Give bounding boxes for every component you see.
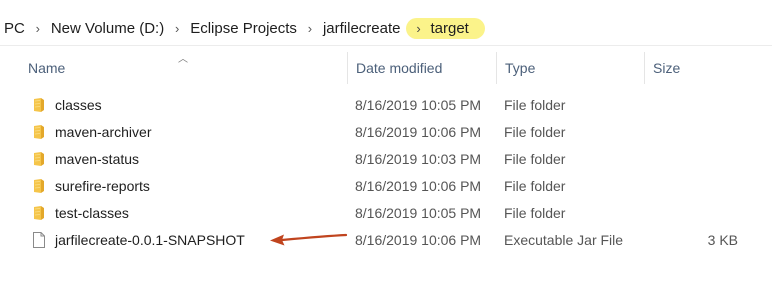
- file-type: File folder: [504, 97, 566, 113]
- file-type: File folder: [504, 151, 566, 167]
- column-header-date-modified[interactable]: Date modified: [347, 52, 496, 84]
- file-list: classes 8/16/2019 10:05 PM File folder m…: [0, 92, 772, 254]
- breadcrumb-item-new-volume[interactable]: New Volume (D:): [47, 20, 168, 37]
- file-date-modified: 8/16/2019 10:06 PM: [355, 124, 482, 140]
- file-icon: [33, 232, 45, 248]
- breadcrumb-item-pc[interactable]: PC: [0, 20, 29, 37]
- file-name: jarfilecreate-0.0.1-SNAPSHOT: [55, 232, 245, 248]
- folder-icon: [34, 98, 44, 112]
- file-row-classes[interactable]: classes 8/16/2019 10:05 PM File folder: [0, 92, 772, 119]
- file-row-maven-status[interactable]: maven-status 8/16/2019 10:03 PM File fol…: [0, 146, 772, 173]
- file-row-surefire-reports[interactable]: surefire-reports 8/16/2019 10:06 PM File…: [0, 173, 772, 200]
- file-explorer-window: PC › New Volume (D:) › Eclipse Projects …: [0, 0, 772, 281]
- breadcrumb-separator-icon: ›: [416, 20, 421, 36]
- file-date-modified: 8/16/2019 10:06 PM: [355, 178, 482, 194]
- file-row-test-classes[interactable]: test-classes 8/16/2019 10:05 PM File fol…: [0, 200, 772, 227]
- file-date-modified: 8/16/2019 10:05 PM: [355, 97, 482, 113]
- column-header-size[interactable]: Size: [644, 52, 744, 84]
- folder-icon: [34, 152, 44, 166]
- folder-icon: [34, 179, 44, 193]
- breadcrumb-current-highlight[interactable]: › target: [406, 17, 485, 39]
- file-type: File folder: [504, 205, 566, 221]
- column-header-type[interactable]: Type: [496, 52, 644, 84]
- breadcrumb-item-jarfilecreate[interactable]: jarfilecreate: [319, 20, 405, 37]
- file-name: surefire-reports: [55, 178, 150, 194]
- file-type: File folder: [504, 178, 566, 194]
- annotation-arrow-icon: [270, 233, 348, 246]
- file-name: maven-status: [55, 151, 140, 167]
- breadcrumb-item-eclipse-projects[interactable]: Eclipse Projects: [186, 20, 301, 37]
- column-header-row: Name Date modified Type Size: [0, 52, 772, 84]
- file-size: 3 KB: [707, 232, 738, 248]
- folder-icon: [34, 206, 44, 220]
- breadcrumb-item-target: target: [430, 19, 469, 37]
- file-type: File folder: [504, 124, 566, 140]
- column-header-name[interactable]: Name: [20, 52, 345, 84]
- file-row-jarfilecreate-snapshot[interactable]: jarfilecreate-0.0.1-SNAPSHOT 8/16/2019 1…: [0, 227, 772, 254]
- file-row-maven-archiver[interactable]: maven-archiver 8/16/2019 10:06 PM File f…: [0, 119, 772, 146]
- breadcrumb-separator-icon[interactable]: ›: [32, 21, 44, 36]
- file-type: Executable Jar File: [504, 232, 624, 248]
- folder-icon: [34, 125, 44, 139]
- breadcrumb-separator-icon[interactable]: ›: [171, 21, 183, 36]
- breadcrumb: PC › New Volume (D:) › Eclipse Projects …: [0, 15, 485, 41]
- file-name: maven-archiver: [55, 124, 152, 140]
- address-bar-divider: [0, 45, 772, 46]
- file-name: test-classes: [55, 205, 129, 221]
- file-date-modified: 8/16/2019 10:03 PM: [355, 151, 482, 167]
- file-name: classes: [55, 97, 102, 113]
- breadcrumb-separator-icon[interactable]: ›: [304, 21, 316, 36]
- file-date-modified: 8/16/2019 10:06 PM: [355, 232, 482, 248]
- file-date-modified: 8/16/2019 10:05 PM: [355, 205, 482, 221]
